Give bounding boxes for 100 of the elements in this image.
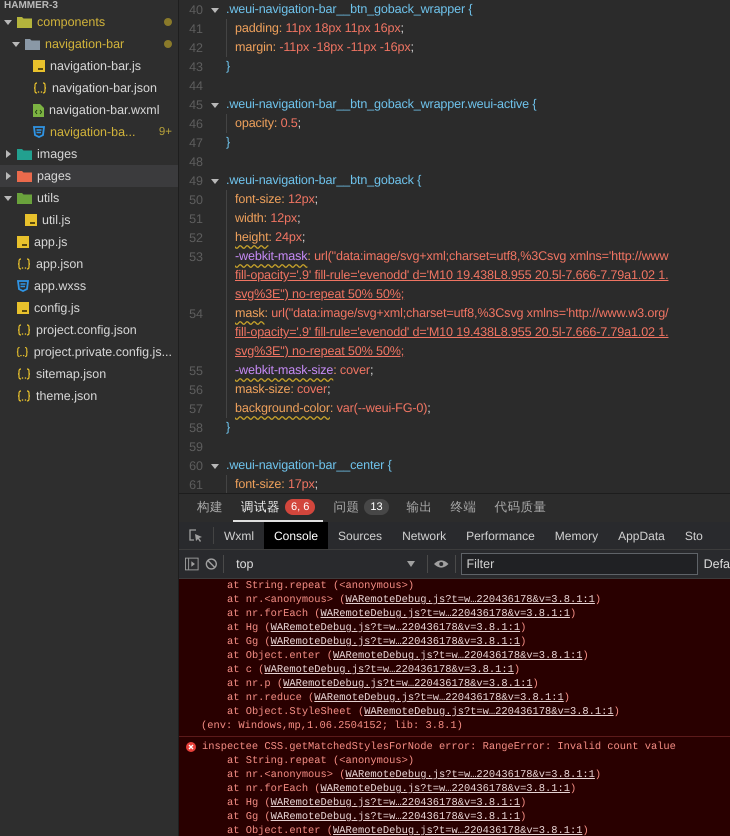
code-line: svg%3E") no-repeat 50% 50%; [226, 342, 404, 361]
sidebar-toggle-icon[interactable] [185, 557, 199, 571]
source-link[interactable]: WARemoteDebug.js?t=w…220436178&v=3.8.1:1 [364, 706, 614, 718]
folder-item[interactable]: navigation-bar [0, 33, 178, 55]
devtools-tab[interactable]: Sources [328, 522, 392, 549]
source-link[interactable]: WARemoteDebug.js?t=w…220436178&v=3.8.1:1 [345, 769, 595, 781]
panel-tab[interactable]: 代码质量 [486, 494, 555, 522]
file-item[interactable]: sitemap.json [0, 363, 178, 385]
folder-item[interactable]: utils [0, 187, 178, 209]
stack-frame: at Gg (WARemoteDebug.js?t=w…220436178&v=3.8.1:1) [179, 810, 730, 824]
folder-item[interactable]: images [0, 143, 178, 165]
code-line: -webkit-mask: url("data:image/svg+xml;charset=utf8,%3Csvg xmlns='http://www [226, 247, 668, 266]
code-line: .weui-navigation-bar__center { [226, 457, 392, 474]
source-link[interactable]: WARemoteDebug.js?t=w…220436178&v=3.8.1:1 [320, 608, 570, 620]
file-item[interactable]: app.wxss [0, 275, 178, 297]
tab-label: 终端 [450, 498, 477, 516]
code-line: padding: 11px 18px 11px 16px; [226, 19, 404, 38]
chevron-right-icon[interactable] [4, 172, 12, 180]
file-item[interactable]: navigation-ba... 9+ [0, 121, 178, 143]
devtools-tab[interactable]: Wxml [214, 522, 264, 549]
source-link[interactable]: WARemoteDebug.js?t=w…220436178&v=3.8.1:1 [270, 622, 520, 634]
stack-frame: at nr.p (WARemoteDebug.js?t=w…220436178&v=3.8.1:1) [179, 677, 730, 691]
count-badge: 13 [364, 499, 389, 515]
file-item[interactable]: project.private.config.js... [0, 341, 178, 363]
stack-frame: at nr.<anonymous> (WARemoteDebug.js?t=w…220436178&v=3.8.1:1) [179, 768, 730, 782]
devtools-tab[interactable]: AppData [608, 522, 675, 549]
file-item[interactable]: config.js [0, 297, 178, 319]
inspect-icon[interactable] [189, 528, 203, 542]
js-file-icon [17, 236, 29, 248]
chevron-down-icon[interactable] [210, 176, 218, 184]
braces-icon [16, 346, 29, 358]
braces-icon [17, 368, 31, 380]
source-link[interactable]: WARemoteDebug.js?t=w…220436178&v=3.8.1:1 [264, 664, 514, 676]
chevron-down-icon[interactable] [12, 40, 20, 48]
panel-tab[interactable]: 输出 [398, 494, 441, 522]
source-link[interactable]: WARemoteDebug.js?t=w…220436178&v=3.8.1:1 [270, 636, 520, 648]
file-item[interactable]: navigation-bar.js [0, 55, 178, 77]
js-file-icon [33, 60, 45, 72]
code-line: svg%3E") no-repeat 50% 50%; [226, 285, 404, 304]
code-line: } [226, 134, 230, 151]
code-line: } [226, 419, 230, 436]
source-link[interactable]: WARemoteDebug.js?t=w…220436178&v=3.8.1:1 [283, 678, 533, 690]
js-file-icon [25, 214, 37, 226]
js-file-icon [17, 302, 29, 314]
stack-frame: at Object.StyleSheet (WARemoteDebug.js?t=w…220436178&v=3.8.1:1) [179, 705, 730, 719]
braces-icon [17, 324, 31, 336]
file-item[interactable]: navigation-bar.wxml [0, 99, 178, 121]
eye-icon[interactable] [434, 559, 449, 569]
context-dropdown[interactable]: top [230, 557, 422, 571]
chevron-right-icon[interactable] [4, 150, 12, 158]
source-link[interactable]: WARemoteDebug.js?t=w…220436178&v=3.8.1:1 [333, 825, 582, 836]
code-line: -webkit-mask-size: cover; [226, 361, 374, 380]
chevron-down-icon[interactable] [210, 6, 218, 14]
file-item[interactable]: theme.json [0, 385, 178, 407]
code-file-icon [33, 104, 44, 116]
chevron-down-icon[interactable] [210, 100, 218, 108]
code-line: margin: -11px -18px -11px -16px; [226, 38, 414, 57]
file-item[interactable]: navigation-bar.json [0, 77, 178, 99]
folder-item[interactable]: components [0, 11, 178, 33]
file-item[interactable]: project.config.json [0, 319, 178, 341]
tab-label: 输出 [406, 498, 433, 516]
devtools-tab[interactable]: Console [264, 522, 328, 549]
env-info: (env: Windows,mp,1.06.2504152; lib: 3.8.1) [200, 719, 464, 733]
panel-tab[interactable]: 构建 [189, 494, 231, 522]
source-link[interactable]: WARemoteDebug.js?t=w…220436178&v=3.8.1:1 [270, 797, 520, 809]
source-link[interactable]: WARemoteDebug.js?t=w…220436178&v=3.8.1:1 [314, 692, 564, 704]
stack-frame: at String.repeat (<anonymous>) [179, 754, 730, 768]
devtools-tab[interactable]: Network [392, 522, 456, 549]
file-item[interactable]: app.json [0, 253, 178, 275]
panel-tab[interactable]: 终端 [442, 494, 485, 522]
code-line: fill-opacity='.9' fill-rule='evenodd' d='M10 19.438L8.955 20.5l-7.666-7.79a1.02 1. [226, 323, 668, 342]
code-line: .weui-navigation-bar__btn_goback_wrapper { [226, 1, 472, 18]
panel-tab[interactable]: 问题 13 [325, 494, 397, 522]
chevron-down-icon[interactable] [4, 194, 12, 202]
devtools-tab[interactable]: Memory [544, 522, 608, 549]
devtools-tab[interactable]: Sto [674, 522, 713, 549]
source-link[interactable]: WARemoteDebug.js?t=w…220436178&v=3.8.1:1 [270, 811, 520, 823]
code-line: height: 24px; [226, 228, 306, 247]
filter-field[interactable]: Filter [461, 553, 698, 575]
clear-icon[interactable] [204, 557, 218, 571]
stack-frame: at nr.forEach (WARemoteDebug.js?t=w…220436178&v=3.8.1:1) [179, 782, 730, 796]
count-badge: 6, 6 [285, 499, 316, 515]
levels-dropdown[interactable]: Defa [704, 557, 730, 571]
source-link[interactable]: WARemoteDebug.js?t=w…220436178&v=3.8.1:1 [333, 650, 582, 662]
code-line: width: 12px; [226, 209, 300, 228]
folder-item[interactable]: pages [0, 165, 178, 187]
modified-dot [164, 18, 172, 26]
file-item[interactable]: app.js [0, 231, 178, 253]
file-item[interactable]: util.js [0, 209, 178, 231]
code-line: .weui-navigation-bar__btn_goback { [226, 172, 422, 189]
chevron-down-icon[interactable] [210, 462, 218, 470]
stack-frame: at String.repeat (<anonymous>) [179, 579, 730, 593]
project-title: HAMMER-3 [3, 0, 59, 11]
tab-label: 构建 [197, 498, 223, 516]
devtools-tab[interactable]: Performance [456, 522, 545, 549]
braces-icon [17, 258, 31, 270]
source-link[interactable]: WARemoteDebug.js?t=w…220436178&v=3.8.1:1 [320, 783, 570, 795]
stack-frame: at Hg (WARemoteDebug.js?t=w…220436178&v=3.8.1:1) [179, 621, 730, 635]
source-link[interactable]: WARemoteDebug.js?t=w…220436178&v=3.8.1:1 [345, 594, 595, 606]
chevron-down-icon[interactable] [4, 18, 12, 26]
